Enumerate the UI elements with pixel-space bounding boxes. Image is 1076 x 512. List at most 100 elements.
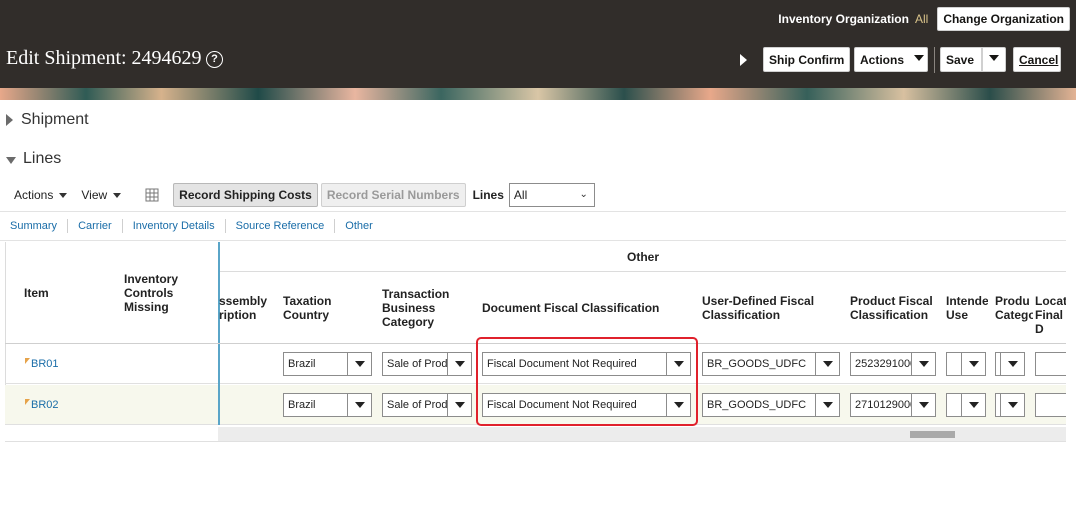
product-category-select[interactable] (995, 352, 1025, 376)
tab-carrier[interactable]: Carrier (68, 219, 123, 233)
chevron-down-icon[interactable] (961, 394, 985, 416)
business-category-value: Sale of Products (387, 358, 447, 370)
product-category-select[interactable] (995, 393, 1025, 417)
help-icon[interactable]: ? (206, 51, 223, 68)
flag-icon (25, 399, 30, 405)
chevron-down-icon[interactable] (815, 394, 839, 416)
record-shipping-costs-button[interactable]: Record Shipping Costs (173, 183, 318, 207)
tab-other[interactable]: Other (335, 219, 383, 233)
save-options-button[interactable] (982, 47, 1006, 72)
product-fiscal-classification-select[interactable]: 25232910000 (850, 352, 936, 376)
location-final-input[interactable] (1035, 352, 1066, 376)
ship-confirm-button[interactable]: Ship Confirm (763, 47, 851, 72)
inventory-organization-label: Inventory Organization (778, 12, 909, 26)
item-link[interactable]: BR02 (31, 399, 59, 411)
actions-menu-button[interactable]: Actions (854, 47, 928, 72)
chevron-down-icon[interactable] (347, 353, 371, 375)
chevron-down-icon[interactable] (911, 353, 935, 375)
actions-dropdown[interactable]: Actions (14, 188, 68, 202)
business-category-select[interactable]: Sale of Products (382, 352, 472, 376)
user-defined-fiscal-classification-select[interactable]: BR_GOODS_UDFC (702, 393, 840, 417)
header-divider (934, 47, 935, 73)
cancel-button[interactable]: Cancel (1013, 47, 1061, 72)
cancel-label: Cancel (1019, 52, 1059, 67)
frozen-column-separator (218, 242, 220, 425)
user-defined-fiscal-classification-value: BR_GOODS_UDFC (707, 399, 807, 411)
lines-section-label: Lines (23, 150, 62, 167)
chevron-down-icon[interactable] (447, 394, 471, 416)
shipment-section-label: Shipment (21, 111, 89, 128)
chevron-down-icon[interactable] (347, 394, 371, 416)
lines-filter-select[interactable]: All ⌄ (508, 183, 595, 207)
view-dropdown[interactable]: View (81, 188, 122, 202)
page-header: Inventory Organization All Change Organi… (0, 0, 1076, 88)
save-button[interactable]: Save (940, 47, 982, 72)
chevron-down-icon (59, 192, 68, 198)
chevron-down-icon (914, 54, 925, 61)
user-defined-fiscal-classification-value: BR_GOODS_UDFC (707, 358, 807, 370)
intended-use-select[interactable] (946, 393, 986, 417)
tab-source-reference[interactable]: Source Reference (226, 219, 336, 233)
chevron-down-icon[interactable] (961, 353, 985, 375)
chevron-down-icon[interactable] (815, 353, 839, 375)
chevron-down-icon[interactable] (447, 353, 471, 375)
tab-summary[interactable]: Summary (0, 219, 69, 233)
chevron-down-icon (989, 54, 999, 61)
lines-toolbar: Actions View Record Shipping Costs Recor… (14, 182, 595, 208)
horizontal-scrollbar[interactable] (218, 427, 1066, 441)
page-title: Edit Shipment: 2494629 (6, 47, 202, 69)
highlight-box (476, 337, 698, 426)
product-fiscal-classification-select[interactable]: 27101290000 (850, 393, 936, 417)
expanded-triangle-icon (6, 156, 16, 164)
organization-bar: Inventory Organization All Change Organi… (778, 7, 1070, 31)
ship-confirm-label: Ship Confirm (769, 52, 845, 67)
flag-icon (25, 358, 30, 364)
column-header-product-fiscal-classification[interactable]: Product Fiscal Classification (850, 294, 940, 322)
lines-filter-label: Lines (472, 188, 504, 202)
actions-label: Actions (860, 52, 905, 67)
decorative-banner (0, 88, 1076, 100)
tab-inventory-details[interactable]: Inventory Details (123, 219, 226, 233)
business-category-value: Sale of Products (387, 399, 447, 411)
column-header-inventory-controls-missing[interactable]: Inventory Controls Missing (124, 272, 204, 314)
column-group-tabs: Summary Carrier Inventory Details Source… (0, 211, 1066, 241)
taxation-country-value: Brazil (288, 399, 316, 411)
save-label: Save (946, 52, 975, 67)
view-dropdown-label: View (81, 188, 108, 202)
chevron-down-icon[interactable] (911, 394, 935, 416)
location-final-input[interactable] (1035, 393, 1066, 417)
chevron-down-icon[interactable] (1000, 353, 1024, 375)
scrollbar-thumb[interactable] (910, 431, 955, 438)
actions-dropdown-label: Actions (14, 188, 54, 202)
product-fiscal-classification-value: 25232910000 (855, 358, 911, 370)
user-defined-fiscal-classification-select[interactable]: BR_GOODS_UDFC (702, 352, 840, 376)
change-organization-button[interactable]: Change Organization (937, 7, 1070, 31)
intended-use-select[interactable] (946, 352, 986, 376)
column-header-transaction-business-category[interactable]: Transaction Business Category (382, 287, 462, 329)
lines-section-toggle[interactable]: Lines (6, 150, 61, 168)
record-serial-numbers-button: Record Serial Numbers (320, 183, 466, 207)
column-header-product-category[interactable]: Produ Catego (995, 294, 1033, 322)
chevron-down-icon (113, 192, 122, 198)
column-header-assembly-description[interactable]: ssembly ription (219, 294, 269, 322)
shipment-section-toggle[interactable]: Shipment (6, 111, 89, 129)
product-fiscal-classification-value: 27101290000 (855, 399, 911, 411)
table-bottom-border (5, 441, 1066, 442)
column-header-document-fiscal-classification[interactable]: Document Fiscal Classification (482, 301, 682, 315)
taxation-country-select[interactable]: Brazil (283, 352, 372, 376)
business-category-select[interactable]: Sale of Products (382, 393, 472, 417)
taxation-country-select[interactable]: Brazil (283, 393, 372, 417)
inventory-organization-value: All (914, 12, 929, 26)
column-header-user-defined-fiscal-classification[interactable]: User-Defined Fiscal Classification (702, 294, 837, 322)
column-header-taxation-country[interactable]: Taxation Country (283, 294, 353, 322)
chevron-down-icon[interactable] (1000, 394, 1024, 416)
column-header-location-final-destination[interactable]: Locati Final D (1035, 294, 1066, 336)
expand-arrow-icon[interactable] (740, 54, 747, 66)
column-header-item[interactable]: Item (24, 286, 49, 300)
item-link[interactable]: BR01 (31, 358, 59, 370)
chevron-down-icon: ⌄ (579, 189, 588, 200)
lines-filter-value: All (513, 188, 528, 202)
freeze-columns-icon[interactable] (145, 188, 159, 202)
taxation-country-value: Brazil (288, 358, 316, 370)
column-header-intended-use[interactable]: Intende Use (946, 294, 988, 322)
